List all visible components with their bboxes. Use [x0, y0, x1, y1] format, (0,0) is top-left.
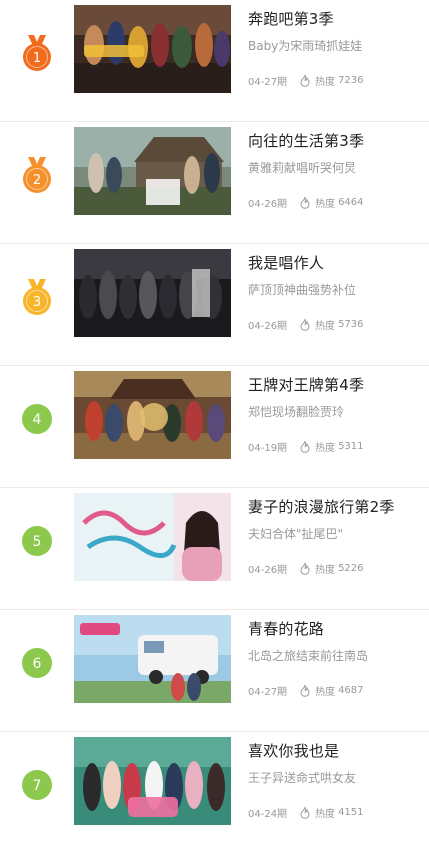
issue-date: 04-26期 [248, 320, 288, 332]
thumbnail-image [74, 127, 231, 215]
variety-show-ranking-list: 1 奔跑吧第3季 Baby为宋雨琦抓娃娃 04-27期 热度 7236 2 向往… [0, 0, 429, 851]
show-thumbnail[interactable] [74, 737, 231, 825]
thumbnail-image [74, 615, 231, 703]
show-title[interactable]: 妻子的浪漫旅行第2季 [248, 496, 395, 517]
show-subtitle: 萨顶顶神曲强势补位 [248, 283, 357, 297]
rank-medal-badge: 1 [20, 33, 54, 73]
thumbnail-image [74, 249, 231, 337]
show-meta: 04-27期 热度 4687 [248, 682, 364, 698]
show-thumbnail[interactable] [74, 249, 231, 337]
show-meta: 04-27期 热度 7236 [248, 72, 364, 88]
thumbnail-image [74, 371, 231, 459]
flame-icon [299, 318, 311, 331]
rank-number: 4 [33, 412, 42, 428]
show-thumbnail[interactable] [74, 493, 231, 581]
list-item[interactable]: 6 青春的花路 北岛之旅结束前往南岛 04-27期 热度 4687 [0, 610, 429, 732]
heat-label: 热度 [315, 686, 336, 698]
rank-number: 6 [33, 656, 42, 672]
show-meta: 04-24期 热度 4151 [248, 804, 364, 820]
rank-number: 7 [33, 778, 42, 794]
show-subtitle: 黄雅莉献唱听哭何炅 [248, 161, 357, 175]
rank-circle-badge: 6 [20, 643, 54, 683]
issue-date: 04-24期 [248, 808, 288, 820]
heat-label: 热度 [315, 564, 336, 576]
issue-date: 04-19期 [248, 442, 288, 454]
heat-label: 热度 [315, 198, 336, 210]
show-thumbnail[interactable] [74, 615, 231, 703]
show-subtitle: 王子异送命式哄女友 [248, 771, 357, 785]
issue-date: 04-26期 [248, 564, 288, 576]
heat-value: 6464 [338, 196, 364, 208]
flame-icon [299, 74, 311, 87]
rank-medal-badge: 3 [20, 277, 54, 317]
show-subtitle: 夫妇合体"扯尾巴" [248, 527, 344, 541]
show-subtitle: 北岛之旅结束前往南岛 [248, 649, 369, 663]
heat-label: 热度 [315, 76, 336, 88]
heat-label: 热度 [315, 442, 336, 454]
rank-number: 1 [33, 51, 41, 66]
show-meta: 04-19期 热度 5311 [248, 438, 364, 454]
rank-number: 3 [33, 295, 41, 310]
flame-icon [299, 562, 311, 575]
heat-label: 热度 [315, 808, 336, 820]
list-item[interactable]: 2 向往的生活第3季 黄雅莉献唱听哭何炅 04-26期 热度 6464 [0, 122, 429, 244]
rank-circle-badge: 5 [20, 521, 54, 561]
list-item[interactable]: 3 我是唱作人 萨顶顶神曲强势补位 04-26期 热度 5736 [0, 244, 429, 366]
rank-number: 2 [33, 173, 41, 188]
heat-value: 5311 [338, 440, 364, 452]
list-item[interactable]: 7 喜欢你我也是 王子异送命式哄女友 04-24期 热度 4151 [0, 732, 429, 851]
issue-date: 04-27期 [248, 76, 288, 88]
show-title[interactable]: 向往的生活第3季 [248, 130, 364, 151]
show-meta: 04-26期 热度 5226 [248, 560, 364, 576]
rank-circle-badge: 7 [20, 765, 54, 805]
show-title[interactable]: 喜欢你我也是 [248, 740, 339, 761]
heat-value: 5226 [338, 562, 364, 574]
thumbnail-image [74, 493, 231, 581]
issue-date: 04-27期 [248, 686, 288, 698]
heat-value: 5736 [338, 318, 364, 330]
show-title[interactable]: 王牌对王牌第4季 [248, 374, 364, 395]
show-subtitle: 郑恺现场翻脸贾玲 [248, 405, 345, 419]
flame-icon [299, 440, 311, 453]
heat-value: 4151 [338, 806, 364, 818]
rank-medal-badge: 2 [20, 155, 54, 195]
show-title[interactable]: 青春的花路 [248, 618, 324, 639]
issue-date: 04-26期 [248, 198, 288, 210]
rank-number: 5 [33, 534, 42, 550]
thumbnail-image [74, 737, 231, 825]
show-subtitle: Baby为宋雨琦抓娃娃 [248, 39, 363, 53]
flame-icon [299, 684, 311, 697]
show-title[interactable]: 奔跑吧第3季 [248, 8, 334, 29]
heat-value: 7236 [338, 74, 364, 86]
show-meta: 04-26期 热度 6464 [248, 194, 364, 210]
heat-label: 热度 [315, 320, 336, 332]
show-thumbnail[interactable] [74, 127, 231, 215]
show-thumbnail[interactable] [74, 371, 231, 459]
show-title[interactable]: 我是唱作人 [248, 252, 324, 273]
show-meta: 04-26期 热度 5736 [248, 316, 364, 332]
rank-circle-badge: 4 [20, 399, 54, 439]
list-item[interactable]: 5 妻子的浪漫旅行第2季 夫妇合体"扯尾巴" 04-26期 热度 5226 [0, 488, 429, 610]
show-thumbnail[interactable] [74, 5, 231, 93]
list-item[interactable]: 1 奔跑吧第3季 Baby为宋雨琦抓娃娃 04-27期 热度 7236 [0, 0, 429, 122]
flame-icon [299, 806, 311, 819]
thumbnail-image [74, 5, 231, 93]
heat-value: 4687 [338, 684, 364, 696]
flame-icon [299, 196, 311, 209]
list-item[interactable]: 4 王牌对王牌第4季 郑恺现场翻脸贾玲 04-19期 热度 5311 [0, 366, 429, 488]
